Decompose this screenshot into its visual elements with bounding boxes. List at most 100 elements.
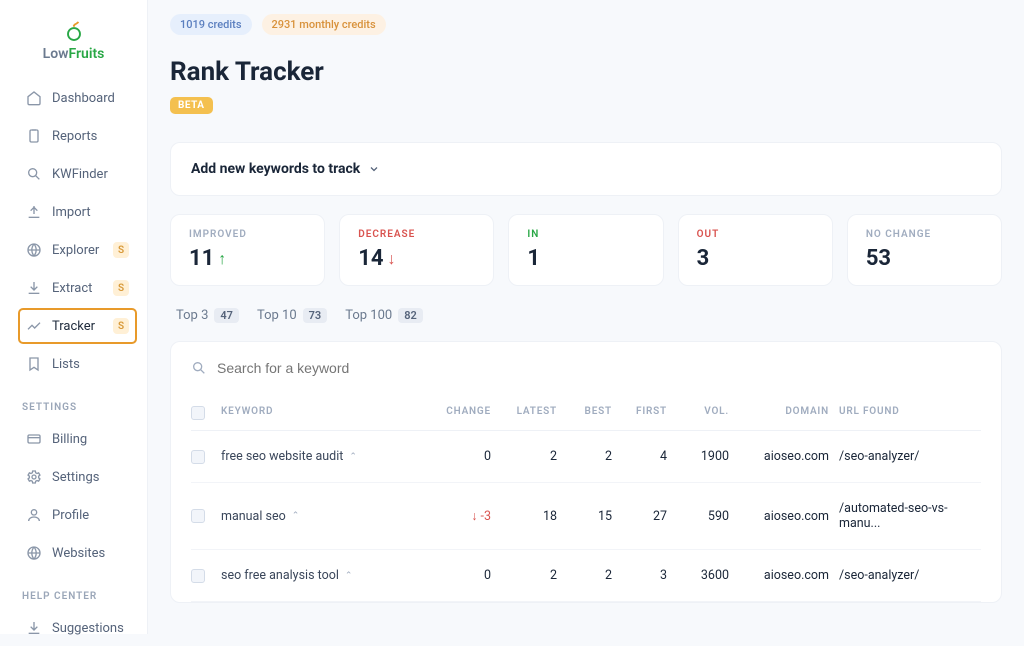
help-section-label: HELP CENTER (22, 591, 147, 602)
clipboard-icon (26, 128, 42, 144)
sidebar-item-label: Dashboard (52, 91, 115, 106)
latest-cell: 18 (501, 509, 567, 524)
change-cell: 0 (431, 449, 501, 464)
row-checkbox[interactable] (191, 450, 205, 464)
domain-cell: aioseo.com (739, 568, 839, 583)
sidebar-item-label: Import (52, 205, 91, 220)
best-cell: 2 (567, 449, 622, 464)
sidebar-item-label: Tracker (52, 319, 95, 334)
stat-improved[interactable]: IMPROVED11↑ (170, 214, 325, 286)
sidebar-item-label: Websites (52, 546, 105, 561)
best-cell: 15 (567, 509, 622, 524)
sidebar-item-label: Profile (52, 508, 89, 523)
row-checkbox[interactable] (191, 569, 205, 583)
badge-s: S (113, 280, 129, 296)
vol-cell: 1900 (677, 449, 739, 464)
monthly-credits-pill[interactable]: 2931 monthly credits (262, 14, 386, 35)
chevron-down-icon (368, 163, 380, 175)
vol-cell: 3600 (677, 568, 739, 583)
search-icon (191, 360, 207, 376)
add-keywords-toggle[interactable]: Add new keywords to track (170, 142, 1002, 196)
sidebar-item-label: Explorer (52, 243, 99, 258)
domain-cell: aioseo.com (739, 449, 839, 464)
latest-cell: 2 (501, 449, 567, 464)
sidebar-item-label: Extract (52, 281, 92, 296)
sidebar-item-lists[interactable]: Lists (18, 346, 137, 382)
arrow-up-icon: ↑ (218, 249, 226, 269)
vol-cell: 590 (677, 509, 739, 524)
trend-icon (26, 318, 42, 334)
tab-top10[interactable]: Top 1073 (257, 308, 327, 323)
sidebar: LowFruits Dashboard Reports KWFinder Imp… (0, 0, 148, 634)
brand-logo[interactable]: LowFruits (18, 20, 147, 62)
bookmark-icon (26, 356, 42, 372)
upload-icon (26, 204, 42, 220)
stat-decrease[interactable]: DECREASE14↓ (339, 214, 494, 286)
change-cell: ↓-3 (431, 509, 501, 524)
badge-s: S (113, 242, 129, 258)
sidebar-item-profile[interactable]: Profile (18, 497, 137, 533)
sidebar-item-label: Billing (52, 432, 87, 447)
globe-icon (26, 242, 42, 258)
keyword-cell: manual seo⌃ (221, 509, 431, 524)
keyword-cell: seo free analysis tool⌃ (221, 568, 431, 583)
first-cell: 4 (622, 449, 677, 464)
caret-up-icon: ⌃ (292, 511, 300, 521)
settings-section-label: SETTINGS (22, 402, 147, 413)
credits-pill[interactable]: 1019 credits (170, 14, 252, 35)
tab-top100[interactable]: Top 10082 (345, 308, 423, 323)
keyword-cell: free seo website audit⌃ (221, 449, 431, 464)
best-cell: 2 (567, 568, 622, 583)
sidebar-item-extract[interactable]: Extract S (18, 270, 137, 306)
latest-cell: 2 (501, 568, 567, 583)
first-cell: 27 (622, 509, 677, 524)
table-row[interactable]: manual seo⌃ ↓-3 18 15 27 590 aioseo.com … (191, 483, 981, 550)
main-content: 1019 credits 2931 monthly credits Rank T… (148, 0, 1024, 634)
user-icon (26, 507, 42, 523)
sidebar-item-label: Lists (52, 357, 80, 372)
download-icon (26, 280, 42, 296)
change-cell: 0 (431, 568, 501, 583)
sidebar-item-tracker[interactable]: Tracker S (18, 308, 137, 344)
stat-nochange[interactable]: NO CHANGE53 (847, 214, 1002, 286)
sidebar-item-settings[interactable]: Settings (18, 459, 137, 495)
sidebar-item-import[interactable]: Import (18, 194, 137, 230)
tab-top3[interactable]: Top 347 (176, 308, 239, 323)
sidebar-item-label: KWFinder (52, 167, 108, 182)
sidebar-item-billing[interactable]: Billing (18, 421, 137, 457)
domain-cell: aioseo.com (739, 509, 839, 524)
sidebar-item-websites[interactable]: Websites (18, 535, 137, 571)
first-cell: 3 (622, 568, 677, 583)
gear-icon (26, 469, 42, 485)
sidebar-item-suggestions[interactable]: Suggestions (18, 610, 137, 646)
sidebar-item-reports[interactable]: Reports (18, 118, 137, 154)
globe-icon (26, 545, 42, 561)
select-all-checkbox[interactable] (191, 406, 205, 420)
caret-up-icon: ⌃ (349, 452, 357, 462)
sidebar-item-label: Reports (52, 129, 97, 144)
page-title: Rank Tracker (170, 57, 1002, 87)
sidebar-item-kwfinder[interactable]: KWFinder (18, 156, 137, 192)
arrow-down-icon: ↓ (387, 249, 395, 269)
stat-out[interactable]: OUT3 (678, 214, 833, 286)
sidebar-item-label: Settings (52, 470, 99, 485)
search-input[interactable] (217, 360, 981, 376)
row-checkbox[interactable] (191, 509, 205, 523)
url-cell: /seo-analyzer/ (839, 449, 981, 464)
fruit-icon (65, 20, 83, 42)
url-cell: /seo-analyzer/ (839, 568, 981, 583)
sidebar-item-explorer[interactable]: Explorer S (18, 232, 137, 268)
table-row[interactable]: seo free analysis tool⌃ 0 2 2 3 3600 aio… (191, 550, 981, 602)
beta-badge: BETA (170, 97, 213, 114)
card-icon (26, 431, 42, 447)
stat-in[interactable]: IN1 (508, 214, 663, 286)
home-icon (26, 90, 42, 106)
sidebar-item-dashboard[interactable]: Dashboard (18, 80, 137, 116)
caret-up-icon: ⌃ (345, 571, 353, 581)
sidebar-item-label: Suggestions (52, 621, 124, 636)
table-header: KEYWORD CHANGE LATEST BEST FIRST VOL. DO… (191, 396, 981, 431)
table-row[interactable]: free seo website audit⌃ 0 2 2 4 1900 aio… (191, 431, 981, 483)
url-cell: /automated-seo-vs-manu... (839, 501, 981, 531)
badge-s: S (113, 318, 129, 334)
arrow-down-icon: ↓ (471, 509, 477, 524)
